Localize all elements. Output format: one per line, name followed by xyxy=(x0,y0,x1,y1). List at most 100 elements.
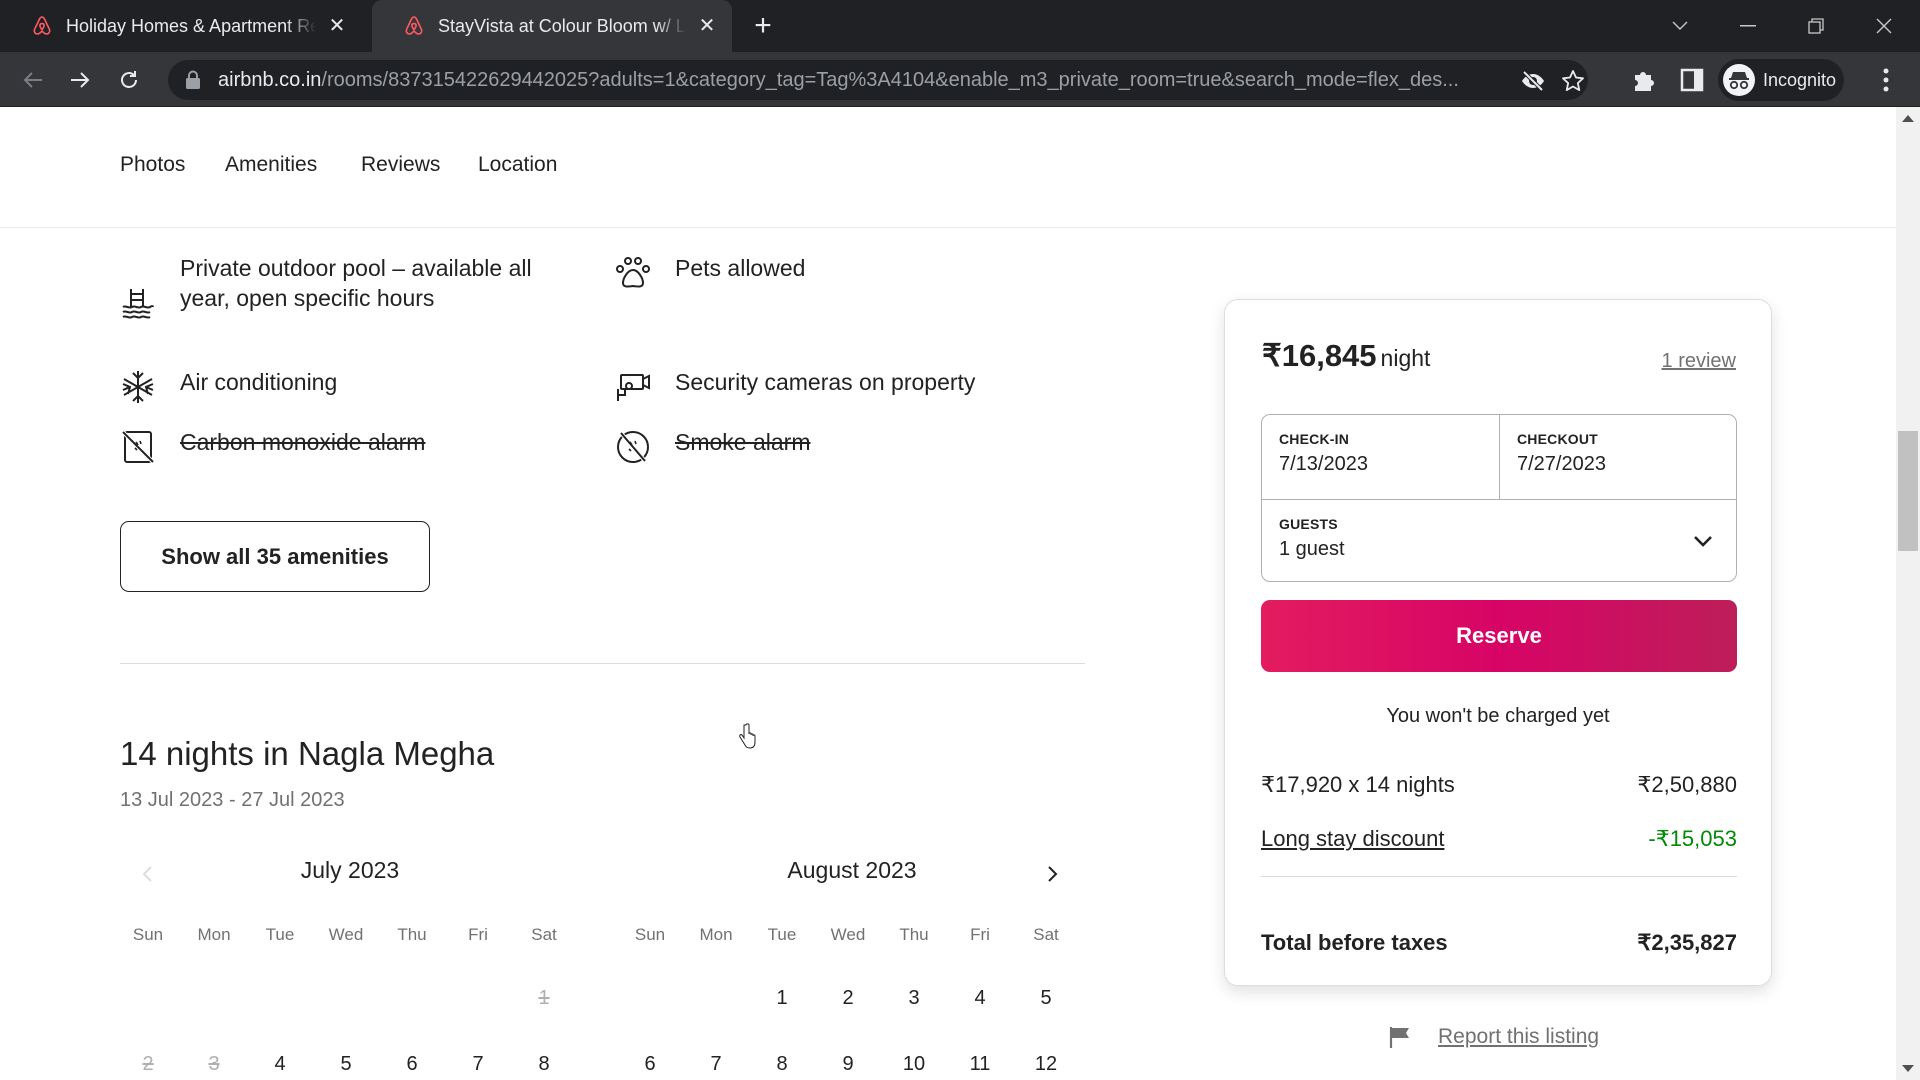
calendar-day-disabled: 3 xyxy=(208,1053,220,1075)
calendar-day-disabled: 2 xyxy=(142,1053,154,1075)
back-arrow-icon xyxy=(23,72,42,88)
calendar-day[interactable]: 4 xyxy=(947,987,1013,1010)
price-unit: night xyxy=(1380,345,1431,371)
stay-date-range: 13 Jul 2023 - 27 Jul 2023 xyxy=(120,789,345,811)
reload-button[interactable] xyxy=(112,63,146,97)
calendar-day[interactable]: 3 xyxy=(881,987,947,1010)
side-panel-icon[interactable] xyxy=(1678,66,1706,94)
checkin-value: 7/13/2023 xyxy=(1279,453,1368,475)
lock-icon xyxy=(186,70,200,89)
browser-menu-icon[interactable] xyxy=(1876,66,1896,94)
calendar-day[interactable]: 12 xyxy=(1013,1053,1079,1076)
calendar-day[interactable]: 8 xyxy=(511,1053,577,1076)
weekday-header: Fri xyxy=(970,925,990,944)
minimize-icon[interactable] xyxy=(1726,8,1770,44)
calendar-day[interactable]: 2 xyxy=(815,987,881,1010)
back-button[interactable] xyxy=(16,63,50,97)
calendar-day[interactable]: 10 xyxy=(881,1053,947,1076)
date-guest-picker: CHECK-IN 7/13/2023 CHECKOUT 7/27/2023 GU… xyxy=(1261,414,1737,582)
restore-icon[interactable] xyxy=(1794,8,1838,44)
incognito-icon xyxy=(1723,64,1755,96)
tab-search-icon[interactable] xyxy=(1658,8,1702,44)
amenity-label: Carbon monoxide alarm xyxy=(180,429,426,455)
amenity-item-unavailable: Smoke alarm xyxy=(615,427,810,465)
price-line-total: Total before taxes ₹2,35,827 xyxy=(1261,930,1737,956)
eye-off-icon[interactable] xyxy=(1520,68,1546,94)
calendar-day[interactable]: 6 xyxy=(617,1053,683,1076)
reserve-button[interactable]: Reserve xyxy=(1261,600,1737,672)
tab-stayvista[interactable]: StayVista at Colour Bloom w/ Lawn ✕ xyxy=(372,0,732,52)
weekday-header: Thu xyxy=(899,925,929,944)
nav-link-photos[interactable]: Photos xyxy=(120,153,185,177)
section-divider xyxy=(120,663,1085,664)
price-line-discount: Long stay discount -₹15,053 xyxy=(1261,826,1737,852)
next-month-icon[interactable] xyxy=(1037,859,1067,889)
checkout-field[interactable]: CHECKOUT 7/27/2023 xyxy=(1500,415,1738,499)
scroll-down-icon[interactable] xyxy=(1902,1065,1914,1072)
calendar-day[interactable]: 1 xyxy=(749,987,815,1010)
close-tab-icon[interactable]: ✕ xyxy=(696,15,718,37)
address-toolbar: airbnb.co.in/rooms/837315422629442025?ad… xyxy=(0,52,1920,107)
bookmark-star-icon[interactable] xyxy=(1560,68,1586,94)
tab-title: StayVista at Colour Bloom w/ Lawn xyxy=(438,15,686,36)
line-amount: ₹2,50,880 xyxy=(1637,772,1737,797)
calendar-day[interactable]: 6 xyxy=(379,1053,445,1076)
tab-title: Holiday Homes & Apartment Rentals - Airb… xyxy=(66,15,316,36)
line-amount: -₹15,053 xyxy=(1648,826,1737,851)
weekday-header: Thu xyxy=(397,925,427,944)
scrollbar-thumb[interactable] xyxy=(1898,431,1918,551)
flag-icon xyxy=(1389,1027,1409,1048)
calendar-day[interactable]: 7 xyxy=(445,1053,511,1076)
guests-dropdown[interactable]: GUESTS 1 guest xyxy=(1262,500,1738,583)
weekday-header: Tue xyxy=(767,925,797,944)
checkout-value: 7/27/2023 xyxy=(1517,453,1606,475)
weekday-header: Sun xyxy=(132,925,164,944)
hand-cursor-icon xyxy=(739,723,756,749)
browser-tab-bar: Holiday Homes & Apartment Rentals - Airb… xyxy=(0,0,1920,52)
close-window-icon[interactable] xyxy=(1862,8,1906,44)
new-tab-button[interactable]: + xyxy=(748,11,778,42)
url-bar[interactable]: airbnb.co.in/rooms/837315422629442025?ad… xyxy=(168,60,1588,100)
calendar-day[interactable]: 5 xyxy=(313,1053,379,1076)
calendar-day[interactable]: 8 xyxy=(749,1053,815,1076)
show-all-amenities-button[interactable]: Show all 35 amenities xyxy=(120,521,430,592)
nav-link-amenities[interactable]: Amenities xyxy=(225,153,317,177)
nav-link-location[interactable]: Location xyxy=(478,153,557,177)
price-amount: ₹16,845 xyxy=(1262,338,1377,373)
long-stay-discount-link[interactable]: Long stay discount xyxy=(1261,826,1444,852)
amenity-label: Air conditioning xyxy=(180,369,338,395)
report-listing-link[interactable]: Report this listing xyxy=(1438,1025,1599,1049)
incognito-profile-button[interactable]: Incognito xyxy=(1718,59,1844,101)
card-divider xyxy=(1261,876,1737,877)
airbnb-logo-icon xyxy=(33,16,51,35)
calendar-day[interactable]: 7 xyxy=(683,1053,749,1076)
month-title: August 2023 xyxy=(787,857,917,883)
forward-button[interactable] xyxy=(63,63,97,97)
tab-holiday-homes[interactable]: Holiday Homes & Apartment Rentals - Airb… xyxy=(0,0,362,52)
calendar-day[interactable]: 5 xyxy=(1013,987,1079,1010)
calendar-day[interactable]: 4 xyxy=(247,1053,313,1076)
extensions-puzzle-icon[interactable] xyxy=(1630,66,1658,94)
guests-label: GUESTS xyxy=(1279,516,1338,532)
price-line-nights: ₹17,920 x 14 nights ₹2,50,880 xyxy=(1261,772,1737,798)
total-label: Total before taxes xyxy=(1261,930,1448,955)
nav-link-reviews[interactable]: Reviews xyxy=(361,153,440,177)
stay-title: 14 nights in Nagla Megha xyxy=(120,735,495,772)
listing-page: Photos Amenities Reviews Location Privat… xyxy=(0,107,1896,1080)
report-listing[interactable]: Report this listing xyxy=(1388,1025,1599,1049)
scroll-up-icon[interactable] xyxy=(1902,115,1914,122)
weekday-header: Wed xyxy=(328,925,364,944)
calendar-day[interactable]: 11 xyxy=(947,1053,1013,1076)
no-charge-note: You won't be charged yet xyxy=(1386,705,1610,727)
reviews-link[interactable]: 1 review xyxy=(1662,350,1736,373)
close-tab-icon[interactable]: ✕ xyxy=(326,15,348,37)
url-text: airbnb.co.in/rooms/837315422629442025?ad… xyxy=(218,69,1498,92)
total-amount: ₹2,35,827 xyxy=(1637,930,1737,955)
weekday-header: Mon xyxy=(197,925,231,944)
month-title: July 2023 xyxy=(300,857,400,883)
page-scrollbar[interactable] xyxy=(1896,107,1920,1080)
checkin-field[interactable]: CHECK-IN 7/13/2023 xyxy=(1262,415,1499,499)
weekday-header: Sat xyxy=(531,925,557,944)
calendar-day[interactable]: 9 xyxy=(815,1053,881,1076)
chevron-down-icon[interactable] xyxy=(1692,530,1714,552)
